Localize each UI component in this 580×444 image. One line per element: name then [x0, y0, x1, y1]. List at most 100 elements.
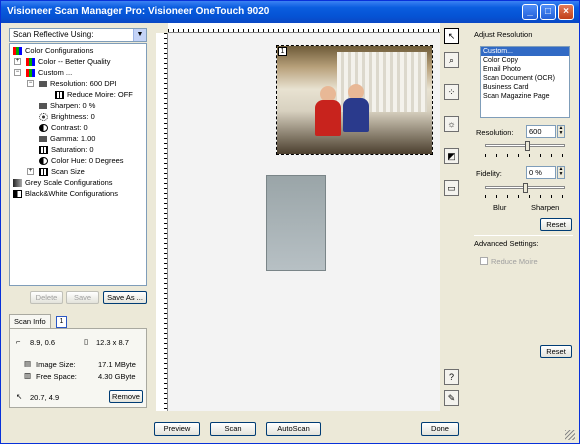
tree-label: Gamma: 1.00 [50, 134, 96, 143]
tree-item-contrast[interactable]: Contrast: 0 [39, 122, 88, 133]
save-button[interactable]: Save [66, 291, 99, 304]
tree-item-brightness[interactable]: Brightness: 0 [39, 111, 95, 122]
fidelity-ticks [485, 195, 565, 198]
tab-scan-info[interactable]: Scan Info [9, 314, 51, 328]
sharpen-icon [39, 103, 47, 110]
tree-item-color-configurations[interactable]: Color Configurations [13, 45, 93, 56]
resize-grip-icon[interactable] [565, 430, 575, 440]
preset-item[interactable]: Scan Document (OCR) [481, 74, 569, 83]
reduce-moire-label: Reduce Moire [491, 257, 538, 266]
tree-item-color-better[interactable]: Color -- Better Quality [26, 56, 111, 67]
preview-button[interactable]: Preview [154, 422, 200, 436]
preview-area[interactable]: 1 [168, 33, 440, 411]
save-as-button[interactable]: Save As ... [103, 291, 147, 304]
scan-size-value: 12.3 x 8.7 [96, 338, 129, 347]
fidelity-slider-thumb[interactable] [523, 183, 528, 193]
title-bar: Visioneer Scan Manager Pro: Visioneer On… [1, 1, 579, 23]
horizontal-ruler [168, 23, 440, 33]
free-space-value: 4.30 GByte [98, 372, 136, 381]
preset-item[interactable]: Email Photo [481, 65, 569, 74]
preset-item[interactable]: Business Card [481, 83, 569, 92]
scan-selection-2[interactable] [266, 175, 326, 271]
resolution-stepper[interactable]: ▲ ▼ [557, 125, 565, 138]
collapse-icon[interactable]: − [27, 80, 34, 87]
fidelity-stepper[interactable]: ▲ ▼ [557, 166, 565, 179]
scan-size-tool-icon[interactable]: ▭ [444, 180, 459, 196]
tree-item-gamma[interactable]: Gamma: 1.00 [39, 133, 95, 144]
preset-item[interactable]: Color Copy [481, 56, 569, 65]
resolution-input[interactable]: 600 [526, 125, 556, 138]
tree-item-color-hue[interactable]: Color Hue: 0 Degrees [39, 155, 124, 166]
tree-label: Resolution: 600 DPI [50, 79, 117, 88]
remove-button[interactable]: Remove [109, 390, 143, 403]
tree-label: Custom ... [38, 68, 73, 77]
tree-item-resolution[interactable]: Resolution: 600 DPI [39, 78, 117, 89]
tree-label: Sharpen: 0 % [50, 101, 96, 110]
scan-selection-1[interactable]: 1 [276, 45, 433, 155]
selection-number: 1 [278, 47, 287, 56]
tree-item-sharpen[interactable]: Sharpen: 0 % [39, 100, 95, 111]
bw-config-icon [13, 190, 22, 199]
reset-resolution-button[interactable]: Reset [540, 218, 572, 231]
zoom-tool-icon[interactable]: ⌕ [444, 52, 459, 68]
brightness-tool-icon[interactable]: ☼ [444, 116, 459, 132]
info-tool-icon[interactable]: ✎ [444, 390, 459, 406]
resolution-icon [39, 81, 47, 88]
grey-config-icon [13, 179, 22, 188]
saturation-icon [39, 146, 48, 155]
help-tool-icon[interactable]: ? [444, 369, 459, 385]
divider [474, 235, 573, 236]
tree-item-black-white[interactable]: Black&White Configurations [13, 188, 118, 199]
fidelity-input[interactable]: 0 % [526, 166, 556, 179]
brightness-icon [39, 113, 48, 122]
free-space-label: Free Space: [36, 372, 77, 381]
blur-label: Blur [493, 203, 507, 212]
reduce-moire-checkbox[interactable] [480, 257, 488, 265]
photo-person [343, 98, 369, 132]
color-config-icon [13, 47, 22, 56]
expand-icon[interactable]: + [27, 168, 34, 175]
resolution-slider-thumb[interactable] [525, 141, 530, 151]
scan-mode-value: Scan Reflective Using: [13, 30, 94, 39]
tree-item-scan-size[interactable]: Scan Size [39, 166, 85, 177]
vertical-ruler [156, 33, 168, 411]
maximize-button[interactable]: □ [540, 4, 556, 20]
gamma-tool-icon[interactable]: ◩ [444, 148, 459, 164]
expand-icon[interactable]: + [14, 58, 21, 65]
preset-item[interactable]: Scan Magazine Page [481, 92, 569, 101]
scan-info-panel: ⌐ 8.9, 0.6 ▯ 12.3 x 8.7 ▤ Image Size: 17… [9, 328, 147, 408]
collapse-icon[interactable]: − [14, 69, 21, 76]
minimize-button[interactable]: _ [522, 4, 538, 20]
tree-label: Reduce Moire: OFF [67, 90, 133, 99]
autoscan-button[interactable]: AutoScan [266, 422, 321, 436]
resolution-label: Resolution: [476, 128, 514, 137]
scan-mode-dropdown[interactable]: Scan Reflective Using: ▼ [9, 28, 147, 42]
tree-label: Color Hue: 0 Degrees [51, 156, 124, 165]
tree-item-custom[interactable]: Custom ... [26, 67, 72, 78]
tree-item-reduce-moire[interactable]: Reduce Moire: OFF [55, 89, 133, 100]
preset-list[interactable]: Custom... Color Copy Email Photo Scan Do… [480, 46, 570, 118]
tree-item-grey-scale[interactable]: Grey Scale Configurations [13, 177, 113, 188]
position-icon: ⌐ [16, 337, 21, 346]
color-config-icon [26, 58, 35, 67]
reset-advanced-button[interactable]: Reset [540, 345, 572, 358]
image-size-icon: ▤ [24, 359, 32, 368]
preset-item[interactable]: Custom... [481, 47, 569, 56]
done-button[interactable]: Done [421, 422, 459, 436]
tab-scan-info-number[interactable]: 1 [56, 316, 67, 328]
scan-position: 8.9, 0.6 [30, 338, 56, 347]
color-config-icon [26, 69, 35, 78]
tree-item-saturation[interactable]: Saturation: 0 [39, 144, 94, 155]
delete-button[interactable]: Delete [30, 291, 63, 304]
gamma-icon [39, 136, 47, 143]
panel-header: Adjust Resolution [474, 30, 533, 39]
select-tool-icon[interactable]: ↖ [444, 28, 459, 44]
close-button[interactable]: × [558, 4, 574, 20]
resolution-tool-icon[interactable]: ⁘ [444, 84, 459, 100]
scan-button[interactable]: Scan [210, 422, 256, 436]
tree-label: Black&White Configurations [25, 189, 118, 198]
hue-icon [39, 157, 48, 166]
scan-size-icon [39, 168, 48, 177]
fidelity-label: Fidelity: [476, 169, 502, 178]
chevron-down-icon[interactable]: ▼ [133, 29, 146, 41]
